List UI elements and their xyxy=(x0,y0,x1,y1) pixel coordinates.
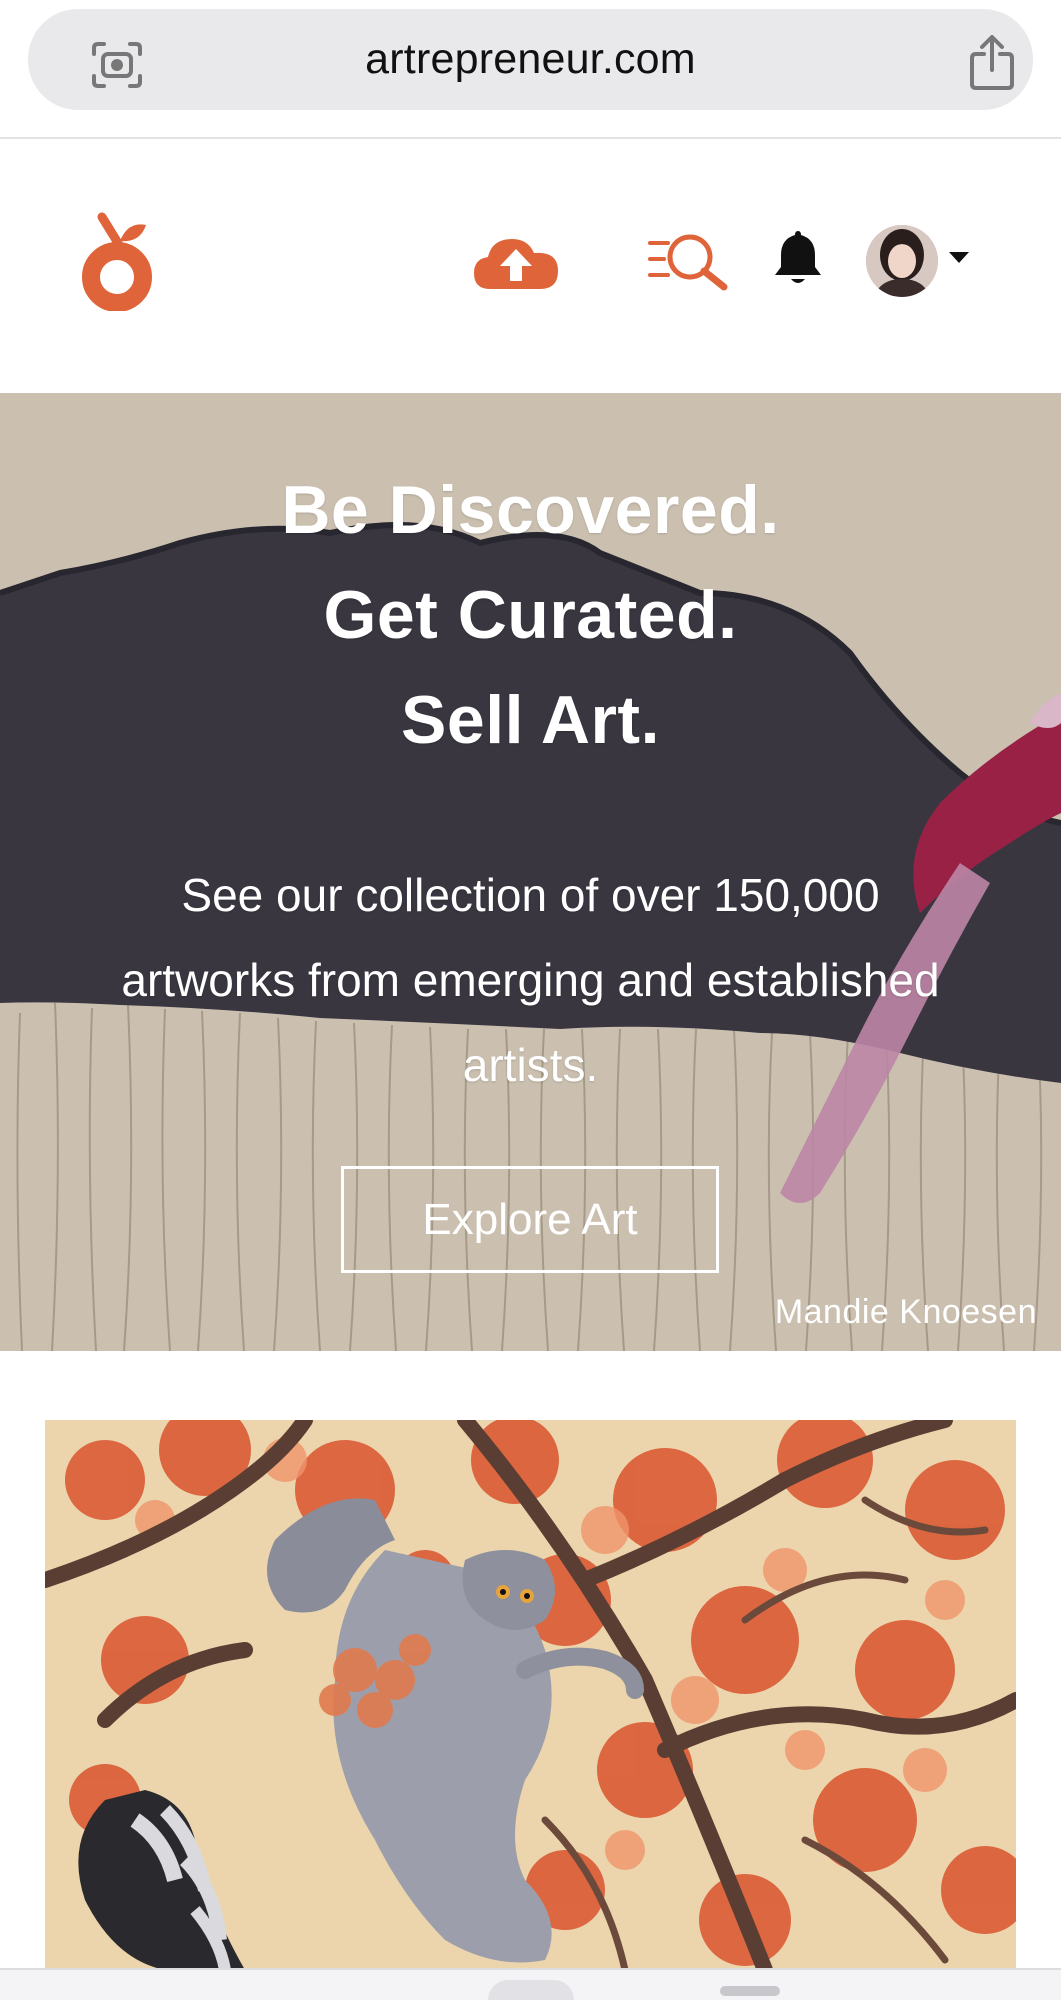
hero-headline-1: Be Discovered. xyxy=(281,472,780,548)
orange-fruit-logo-icon[interactable] xyxy=(80,211,156,311)
avatar-photo xyxy=(866,225,938,297)
hero-banner: Be Discovered. Get Curated. Sell Art. Se… xyxy=(0,393,1061,1351)
site-header xyxy=(0,141,1061,393)
url-text[interactable]: artrepreneur.com xyxy=(28,9,1033,110)
browser-toolbar: artrepreneur.com xyxy=(0,0,1061,139)
browser-bottom-bar xyxy=(0,1968,1061,2000)
artist-credit[interactable]: Mandie Knoesen xyxy=(775,1293,1037,1332)
cloud-upload-icon[interactable] xyxy=(472,233,560,291)
featured-artwork-image xyxy=(45,1420,1016,1970)
featured-artwork[interactable] xyxy=(45,1420,1016,1970)
search-list-icon[interactable] xyxy=(648,229,730,291)
address-bar[interactable]: artrepreneur.com xyxy=(28,9,1033,110)
hero-subtitle: See our collection of over 150,000 artwo… xyxy=(121,869,940,1091)
bell-icon[interactable] xyxy=(773,229,823,287)
share-icon[interactable] xyxy=(968,34,1016,90)
bottom-toolbar-button[interactable] xyxy=(488,1980,574,2000)
explore-art-button[interactable]: Explore Art xyxy=(341,1166,719,1273)
bottom-toolbar-handle[interactable] xyxy=(720,1986,780,1996)
hero-headline-3: Sell Art. xyxy=(401,682,660,758)
caret-down-icon[interactable] xyxy=(948,250,970,264)
avatar[interactable] xyxy=(866,225,938,297)
hero-headline-2: Get Curated. xyxy=(323,577,738,653)
